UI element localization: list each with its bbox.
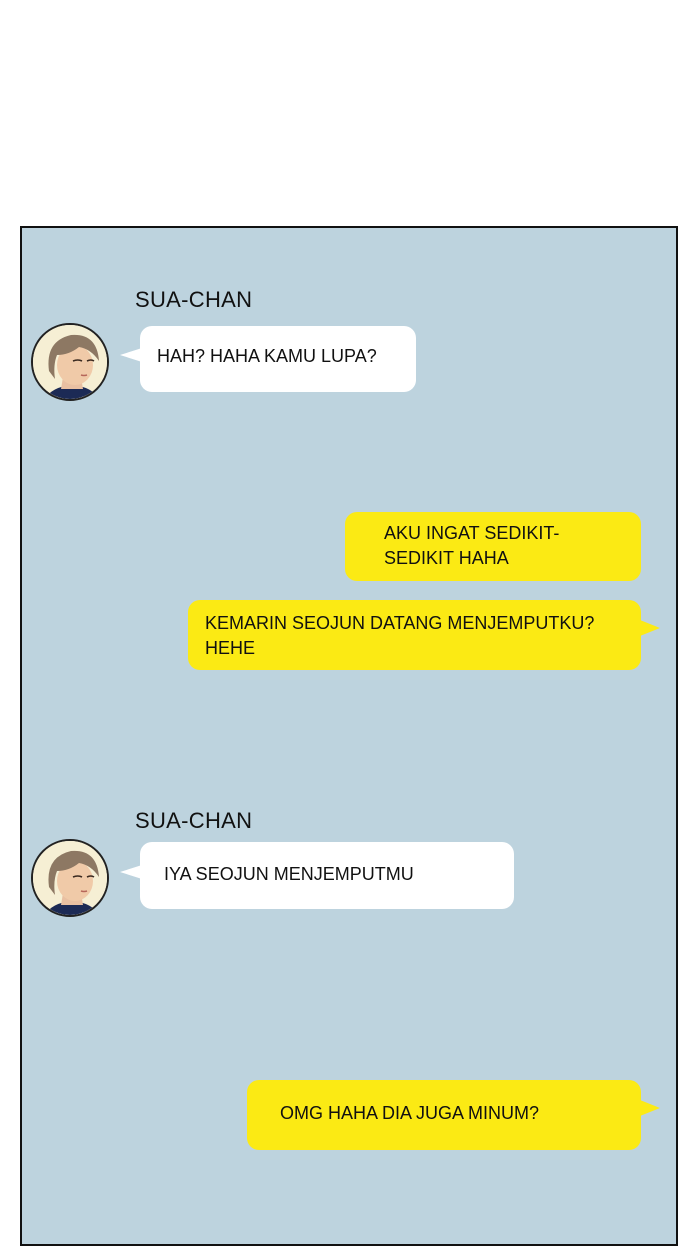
message-text-line: KEMARIN SEOJUN DATANG MENJEMPUTKU?: [205, 613, 595, 633]
message-text-line: SEDIKIT HAHA: [384, 548, 509, 568]
message-text: IYA SEOJUN MENJEMPUTMU: [164, 864, 414, 884]
message-text-line: HEHE: [205, 638, 256, 658]
incoming-message-bubble[interactable]: IYA SEOJUN MENJEMPUTMU: [140, 842, 514, 909]
message-text: HAH? HAHA KAMU LUPA?: [157, 346, 377, 366]
bubble-tail: [640, 620, 660, 636]
outgoing-message-bubble[interactable]: KEMARIN SEOJUN DATANG MENJEMPUTKU? HEHE: [188, 600, 641, 670]
outgoing-message-bubble[interactable]: AKU INGAT SEDIKIT- SEDIKIT HAHA: [345, 512, 641, 581]
bubble-tail: [120, 348, 142, 362]
outgoing-message-bubble[interactable]: OMG HAHA DIA JUGA MINUM?: [247, 1080, 641, 1150]
sender-name: SUA-CHAN: [135, 287, 253, 312]
sender-name: SUA-CHAN: [135, 808, 253, 833]
message-text-line: AKU INGAT SEDIKIT-: [384, 523, 560, 543]
bubble-tail: [640, 1100, 660, 1116]
bubble-tail: [120, 865, 142, 879]
incoming-message-bubble[interactable]: HAH? HAHA KAMU LUPA?: [140, 326, 416, 392]
avatar[interactable]: [31, 323, 109, 401]
avatar[interactable]: [31, 839, 109, 917]
message-text-line: OMG HAHA DIA JUGA MINUM?: [280, 1103, 540, 1123]
